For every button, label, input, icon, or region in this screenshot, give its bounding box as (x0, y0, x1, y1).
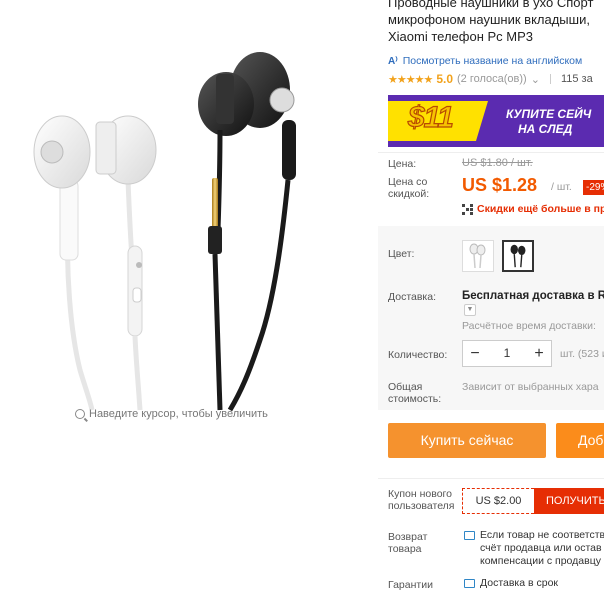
discount-price-label: Цена со скидкой: (388, 176, 429, 200)
text-line: компенсации с продавцу (480, 555, 601, 567)
promo-banner[interactable]: $11 КУПИТЕ СЕЙЧ НА СЛЕД (388, 95, 604, 147)
delivery-value: Бесплатная доставка в Rus (462, 290, 604, 302)
black-earphones-thumb (510, 244, 526, 268)
orders-count: 115 за (560, 73, 593, 85)
bulk-discount-text: Скидки ещё больше в пр (477, 203, 604, 215)
return-label: Возврат товара (388, 531, 427, 555)
delivery-guarantee-icon (464, 579, 475, 588)
product-image[interactable] (20, 40, 310, 420)
delivery-time: Расчётное время доставки: (462, 320, 596, 332)
divider (378, 152, 604, 153)
zoom-hint: Наведите курсор, чтобы увеличить (75, 408, 268, 420)
new-price: US $1.28 (462, 175, 538, 195)
label-line: Цена со (388, 176, 428, 188)
magnifier-icon (75, 409, 85, 419)
color-swatch-white[interactable] (462, 240, 494, 272)
banner-text: КУПИТЕ СЕЙЧ НА СЛЕД (506, 107, 591, 137)
price-label: Цена: (388, 158, 417, 170)
rating-count[interactable]: (2 голоса(ов)) (457, 73, 527, 85)
divider (549, 74, 551, 84)
text-line: счёт продавца или остав (480, 542, 602, 554)
quantity-decrease-button[interactable]: − (463, 341, 487, 366)
delivery-label: Доставка: (388, 291, 437, 303)
quantity-label: Количество: (388, 349, 448, 361)
label-line: пользователя (388, 500, 455, 512)
rating-value: 5.0 (436, 72, 453, 86)
label-line: стоимость: (388, 393, 442, 405)
coupon-label: Купон нового пользователя (388, 488, 455, 512)
buy-now-button[interactable]: Купить сейчас (388, 423, 546, 458)
bulk-discount-link[interactable]: Скидки ещё больше в пр (462, 203, 604, 215)
text-line: Если товар не соответств (480, 529, 604, 541)
chevron-down-icon[interactable]: ▼ (464, 304, 476, 316)
divider (378, 478, 604, 479)
title-line: микрофоном наушник вкладыши, (388, 12, 590, 27)
old-price: US $1.80 / шт. (462, 157, 533, 169)
rating-row: ★★★★★ 5.0 (2 голоса(ов)) ⌄ 115 за (388, 72, 593, 86)
color-label: Цвет: (388, 248, 415, 260)
product-gallery: Наведите курсор, чтобы увеличить (0, 0, 378, 430)
discount-badge: -29% (583, 180, 604, 195)
get-coupon-button[interactable]: ПОЛУЧИТЬ (534, 488, 604, 514)
coupon-box: US $2.00 ПОЛУЧИТЬ (462, 488, 604, 514)
translate-icon: A⁾ (388, 55, 398, 67)
coupon-value: US $2.00 (462, 488, 534, 514)
return-policy-icon (464, 531, 475, 540)
total-value: Зависит от выбранных хара (462, 381, 599, 393)
add-to-cart-button[interactable]: Доб (556, 423, 604, 458)
label-line: скидкой: (388, 188, 430, 200)
label-line: Общая (388, 381, 423, 393)
quantity-increase-button[interactable]: + (527, 341, 551, 366)
banner-line: КУПИТЕ СЕЙЧ (506, 107, 592, 121)
product-title: Проводные наушники в ухо Спорт микрофоно… (388, 0, 604, 45)
banner-amount: $11 (407, 100, 454, 134)
return-policy-text: Если товар не соответств счёт продавца и… (480, 529, 604, 568)
label-line: Купон нового (388, 488, 452, 500)
quantity-input[interactable]: 1 (487, 341, 527, 366)
warranty-text: Доставка в срок (480, 577, 559, 589)
total-label: Общая стоимость: (388, 381, 441, 405)
available-stock: шт. (523 и (560, 348, 604, 360)
title-line: Проводные наушники в ухо Спорт (388, 0, 594, 10)
qr-code-icon (462, 203, 473, 215)
warranty-label: Гарантии (388, 579, 433, 590)
color-swatch-black[interactable] (502, 240, 534, 272)
chevron-down-icon[interactable]: ⌄ (531, 73, 540, 86)
banner-line: НА СЛЕД (518, 122, 573, 136)
zoom-hint-text: Наведите курсор, чтобы увеличить (89, 408, 268, 420)
star-rating-icon: ★★★★★ (388, 73, 433, 86)
title-line: Xiaomi телефон Pc MP3 (388, 29, 533, 44)
label-line: товара (388, 543, 422, 555)
product-info: Проводные наушники в ухо Спорт микрофоно… (378, 0, 604, 590)
translate-link-text: Посмотреть название на английском (402, 55, 583, 67)
quantity-stepper: − 1 + (462, 340, 552, 367)
white-earphones-thumb (469, 243, 486, 269)
label-line: Возврат (388, 531, 428, 543)
price-unit: / шт. (551, 181, 572, 193)
translate-link[interactable]: A⁾ Посмотреть название на английском (388, 55, 582, 67)
